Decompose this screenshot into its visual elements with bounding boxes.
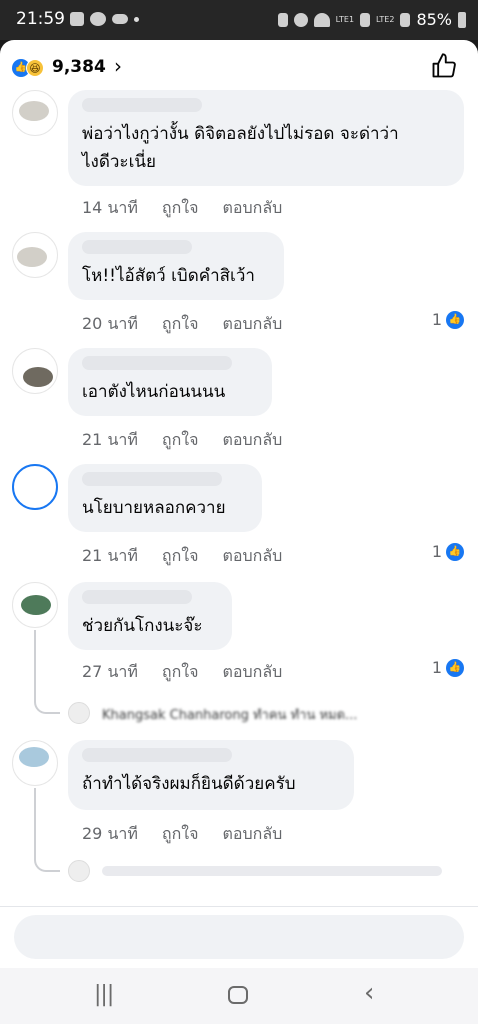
battery-percent: 85%: [416, 10, 452, 29]
avatar: [68, 702, 90, 724]
comment-like-count[interactable]: 1 👍: [432, 542, 464, 561]
avatar[interactable]: [12, 582, 58, 628]
commenter-name-redacted: [82, 590, 192, 604]
reaction-count: 9,384: [52, 57, 106, 77]
avatar: [68, 860, 90, 882]
signal-1-icon: [360, 12, 371, 27]
haha-reaction-icon: 😆: [26, 59, 44, 77]
comment-like-count[interactable]: 1 👍: [432, 658, 464, 677]
reply-link[interactable]: ตอบกลับ: [222, 544, 282, 569]
wifi-icon: [313, 12, 330, 27]
reply-link[interactable]: ตอบกลับ: [222, 822, 282, 847]
status-bar: 21:59 LTE1 LTE2 85%: [0, 0, 478, 40]
alarm-icon: [293, 12, 308, 27]
comment-time: 29 นาที: [82, 824, 138, 843]
commenter-name-redacted: [82, 240, 192, 254]
home-icon[interactable]: [228, 986, 248, 1004]
reply-link[interactable]: ตอบกลับ: [222, 660, 282, 685]
recents-icon[interactable]: |||: [94, 982, 114, 1007]
like-reaction-icon: 👍: [446, 658, 464, 677]
comments-sheet: 👍 😆 9,384 › พ่อว่าไงกูว่างั้น ดิจิตอลยัง…: [0, 40, 478, 968]
system-icons: LTE1 LTE2 85%: [277, 10, 466, 29]
like-link[interactable]: ถูกใจ: [162, 428, 199, 453]
system-nav-bar: ||| ‹: [0, 968, 478, 1024]
reply-preview-text: Khangsak Chanharong ทำคน ทำน หมด...: [102, 708, 358, 723]
like-link[interactable]: ถูกใจ: [162, 196, 199, 221]
comment-bubble[interactable]: โห!!ไอ้สัตว์ เบิดคำสิเว้า: [68, 232, 284, 300]
avatar[interactable]: [12, 232, 58, 278]
comment-like-count[interactable]: 1 👍: [432, 310, 464, 329]
comment-meta: 21 นาที ถูกใจ ตอบกลับ: [82, 544, 282, 569]
back-icon[interactable]: ‹: [364, 978, 374, 1008]
comment-meta: 21 นาที ถูกใจ ตอบกลับ: [82, 428, 282, 453]
signal-2-icon: [400, 12, 411, 27]
commenter-name-redacted: [82, 472, 222, 486]
comment-time: 27 นาที: [82, 662, 138, 681]
like-link[interactable]: ถูกใจ: [162, 312, 199, 337]
avatar[interactable]: [12, 464, 58, 510]
commenter-name-redacted: [82, 748, 232, 762]
comment-text-line-2: ไงดีวะเนี่ย: [82, 152, 156, 172]
notification-icons: [70, 12, 139, 26]
more-notifications-icon: [134, 16, 139, 22]
like-link[interactable]: ถูกใจ: [162, 822, 199, 847]
avatar[interactable]: [12, 90, 58, 136]
like-count-value: 1: [431, 310, 442, 329]
comment-bubble[interactable]: พ่อว่าไงกูว่างั้น ดิจิตอลยังไปไม่รอด จะด…: [68, 90, 464, 186]
comment-meta: 29 นาที ถูกใจ ตอบกลับ: [82, 822, 282, 847]
reply-link[interactable]: ตอบกลับ: [222, 428, 282, 453]
reply-preview-redacted[interactable]: [68, 858, 468, 884]
thread-line: [34, 630, 36, 702]
cloud-icon: [112, 14, 128, 24]
reply-text-redacted: [102, 866, 442, 876]
like-reaction-icon: 👍: [446, 542, 464, 561]
reactions-summary[interactable]: 👍 😆 9,384 ›: [10, 48, 468, 88]
comment-text-line-1: ถ้าทำได้จริงผมก็ยินดีด้วยครับ: [82, 774, 296, 794]
thread-line: [34, 788, 36, 860]
nfc-icon: [277, 12, 288, 27]
commenter-name-redacted: [82, 98, 202, 112]
reply-link[interactable]: ตอบกลับ: [222, 312, 282, 337]
like-link[interactable]: ถูกใจ: [162, 660, 199, 685]
reply-preview[interactable]: Khangsak Chanharong ทำคน ทำน หมด...: [68, 700, 468, 726]
thumbs-up-icon[interactable]: [430, 52, 458, 80]
chevron-right-icon: ›: [114, 54, 122, 78]
line-icon: [90, 12, 106, 26]
like-count-value: 1: [431, 542, 442, 561]
gallery-icon: [70, 12, 84, 26]
network-2-label: LTE2: [376, 14, 395, 24]
avatar[interactable]: [12, 740, 58, 786]
comment-text-line-1: พ่อว่าไงกูว่างั้น ดิจิตอลยังไปไม่รอด จะด…: [82, 124, 399, 144]
thread-connector: [34, 700, 60, 714]
status-time: 21:59: [16, 9, 65, 29]
comment-bubble[interactable]: เอาตังไหนก่อนนนน: [68, 348, 272, 416]
avatar[interactable]: [12, 348, 58, 394]
comment-text-line-1: นโยบายหลอกควาย: [82, 498, 226, 518]
comment-input[interactable]: [14, 915, 464, 959]
comment-text-line-1: เอาตังไหนก่อนนนน: [82, 382, 226, 402]
like-count-value: 1: [431, 658, 442, 677]
commenter-name-redacted: [82, 356, 232, 370]
comment-time: 14 นาที: [82, 198, 138, 217]
comment-composer: [0, 906, 478, 968]
comment-meta: 20 นาที ถูกใจ ตอบกลับ: [82, 312, 282, 337]
like-reaction-icon: 👍: [446, 310, 464, 329]
comment-time: 21 นาที: [82, 430, 138, 449]
comment-text-line-1: โห!!ไอ้สัตว์ เบิดคำสิเว้า: [82, 266, 255, 286]
comment-time: 21 นาที: [82, 546, 138, 565]
thread-connector: [34, 858, 60, 872]
reply-link[interactable]: ตอบกลับ: [222, 196, 282, 221]
comment-time: 20 นาที: [82, 314, 138, 333]
battery-icon: [458, 11, 466, 28]
like-link[interactable]: ถูกใจ: [162, 544, 199, 569]
comment-meta: 27 นาที ถูกใจ ตอบกลับ: [82, 660, 282, 685]
comment-meta: 14 นาที ถูกใจ ตอบกลับ: [82, 196, 282, 221]
comment-bubble[interactable]: ช่วยกันโกงนะจ๊ะ: [68, 582, 232, 650]
comment-bubble[interactable]: ถ้าทำได้จริงผมก็ยินดีด้วยครับ: [68, 740, 354, 810]
comment-text-line-1: ช่วยกันโกงนะจ๊ะ: [82, 616, 203, 636]
comment-bubble[interactable]: นโยบายหลอกควาย: [68, 464, 262, 532]
network-1-label: LTE1: [335, 14, 355, 24]
